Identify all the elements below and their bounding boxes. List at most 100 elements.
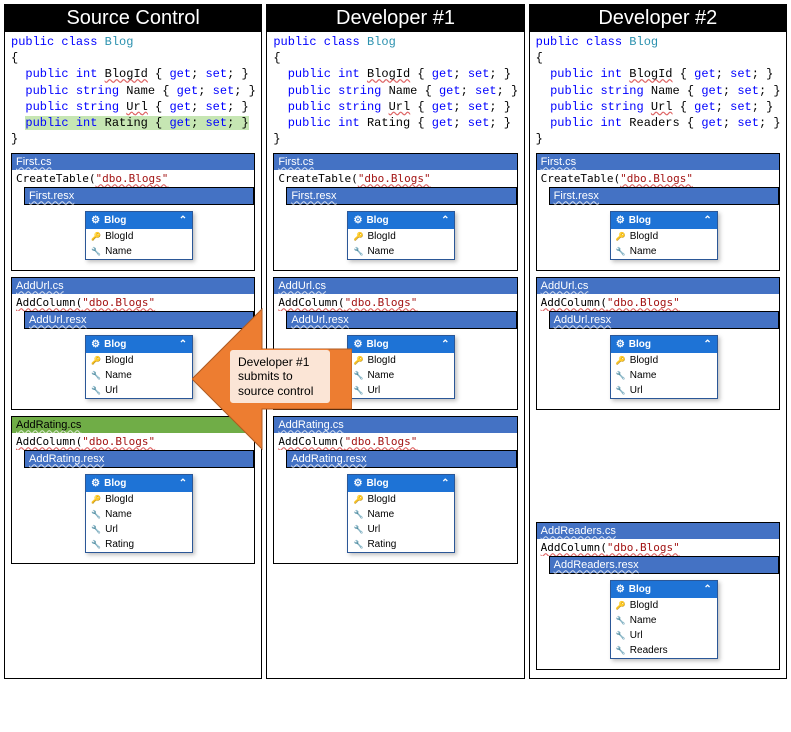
wrench-icon <box>353 385 363 396</box>
entity-prop: BlogId <box>86 353 192 368</box>
migration-code: AddColumn("dbo.Blogs" <box>537 539 779 556</box>
entity-prop: Name <box>86 507 192 522</box>
entity-diagram-blog: ⚙Blog⌃ BlogId Name <box>85 211 193 260</box>
entity-prop: Url <box>86 522 192 537</box>
code-block-source: public class Blog { public int BlogId { … <box>5 32 261 151</box>
entity-prop: Url <box>611 628 717 643</box>
migration-addreaders: AddReaders.cs AddColumn("dbo.Blogs" AddR… <box>536 522 780 670</box>
chevron-up-icon: ⌃ <box>179 215 187 226</box>
migration-code: CreateTable("dbo.Blogs" <box>537 170 779 187</box>
entity-diagram-blog: ⚙Blog⌃ BlogId Name Url <box>85 335 193 399</box>
file-label: AddUrl.cs <box>537 278 779 294</box>
file-label: First.resx <box>549 187 779 205</box>
entity-prop: Name <box>86 244 192 259</box>
wrench-icon <box>616 615 626 626</box>
entity-prop: BlogId <box>611 598 717 613</box>
chevron-up-icon: ⌃ <box>179 339 187 350</box>
key-icon <box>616 231 626 242</box>
key-icon <box>353 231 363 242</box>
entity-prop: Readers <box>611 643 717 658</box>
code-block-dev1: public class Blog { public int BlogId { … <box>267 32 523 151</box>
column-title: Developer #2 <box>530 5 786 32</box>
file-label: First.cs <box>12 154 254 170</box>
migration-code: AddColumn("dbo.Blogs" <box>274 433 516 450</box>
file-label: First.cs <box>274 154 516 170</box>
chevron-up-icon: ⌃ <box>441 478 449 489</box>
wrench-icon <box>91 509 101 520</box>
column-dev2: Developer #2 public class Blog { public … <box>529 4 787 679</box>
wrench-icon <box>353 509 363 520</box>
key-icon <box>616 600 626 611</box>
chevron-up-icon: ⌃ <box>441 339 449 350</box>
entity-diagram-blog: ⚙Blog⌃ BlogId Name <box>347 211 455 260</box>
code-block-dev2: public class Blog { public int BlogId { … <box>530 32 786 151</box>
migration-code: CreateTable("dbo.Blogs" <box>12 170 254 187</box>
entity-prop: Rating <box>86 537 192 552</box>
link-icon: ⚙ <box>616 584 625 595</box>
migration-addurl: AddUrl.cs AddColumn("dbo.Blogs" AddUrl.r… <box>536 277 780 410</box>
migrations-dev2: First.cs CreateTable("dbo.Blogs" First.r… <box>530 151 786 678</box>
migration-first: First.cs CreateTable("dbo.Blogs" First.r… <box>11 153 255 271</box>
entity-diagram-blog: ⚙Blog⌃ BlogId Name Url Rating <box>347 474 455 553</box>
wrench-icon <box>91 524 101 535</box>
chevron-up-icon: ⌃ <box>703 339 711 350</box>
migration-code: AddColumn("dbo.Blogs" <box>12 433 254 450</box>
chevron-up-icon: ⌃ <box>703 584 711 595</box>
migration-code: CreateTable("dbo.Blogs" <box>274 170 516 187</box>
migration-addurl: AddUrl.cs AddColumn("dbo.Blogs" AddUrl.r… <box>11 277 255 410</box>
file-label: AddUrl.cs <box>274 278 516 294</box>
entity-prop: Name <box>348 368 454 383</box>
link-icon: ⚙ <box>91 215 100 226</box>
wrench-icon <box>353 246 363 257</box>
chevron-up-icon: ⌃ <box>441 215 449 226</box>
link-icon: ⚙ <box>91 339 100 350</box>
column-source-control: Source Control public class Blog { publi… <box>4 4 262 679</box>
link-icon: ⚙ <box>91 478 100 489</box>
column-title: Developer #1 <box>267 5 523 32</box>
migration-first: First.cs CreateTable("dbo.Blogs" First.r… <box>536 153 780 271</box>
entity-prop: Rating <box>348 537 454 552</box>
entity-prop: BlogId <box>348 229 454 244</box>
link-icon: ⚙ <box>353 478 362 489</box>
migration-code: AddColumn("dbo.Blogs" <box>274 294 516 311</box>
entity-diagram-blog: ⚙Blog⌃ BlogId Name Url Readers <box>610 580 718 659</box>
diagram-columns: Developer #1 submits to source control S… <box>4 4 787 679</box>
entity-prop: BlogId <box>86 229 192 244</box>
entity-prop: Name <box>348 507 454 522</box>
entity-prop: BlogId <box>611 229 717 244</box>
migration-code: AddColumn("dbo.Blogs" <box>12 294 254 311</box>
key-icon <box>91 494 101 505</box>
link-icon: ⚙ <box>616 215 625 226</box>
file-label: AddUrl.cs <box>12 278 254 294</box>
entity-prop: Name <box>86 368 192 383</box>
column-title: Source Control <box>5 5 261 32</box>
key-icon <box>616 355 626 366</box>
entity-prop: BlogId <box>348 353 454 368</box>
entity-prop: Url <box>348 522 454 537</box>
entity-prop: Name <box>611 368 717 383</box>
file-label: AddUrl.resx <box>24 311 254 329</box>
entity-prop: BlogId <box>348 492 454 507</box>
migration-first: First.cs CreateTable("dbo.Blogs" First.r… <box>273 153 517 271</box>
wrench-icon <box>353 370 363 381</box>
entity-diagram-blog: ⚙Blog⌃ BlogId Name <box>610 211 718 260</box>
file-label: AddUrl.resx <box>286 311 516 329</box>
entity-prop: Name <box>611 244 717 259</box>
gap-spacer <box>536 416 780 516</box>
file-label: First.resx <box>286 187 516 205</box>
key-icon <box>353 494 363 505</box>
entity-prop: BlogId <box>86 492 192 507</box>
link-icon: ⚙ <box>353 339 362 350</box>
wrench-icon <box>91 246 101 257</box>
wrench-icon <box>616 370 626 381</box>
wrench-icon <box>91 370 101 381</box>
entity-prop: Url <box>348 383 454 398</box>
link-icon: ⚙ <box>353 215 362 226</box>
entity-prop: BlogId <box>611 353 717 368</box>
arrow-label: Developer #1 submits to source control <box>229 349 331 404</box>
file-label: First.cs <box>537 154 779 170</box>
wrench-icon <box>616 645 626 656</box>
key-icon <box>91 231 101 242</box>
file-label: AddReaders.resx <box>549 556 779 574</box>
migrations-source: First.cs CreateTable("dbo.Blogs" First.r… <box>5 151 261 572</box>
